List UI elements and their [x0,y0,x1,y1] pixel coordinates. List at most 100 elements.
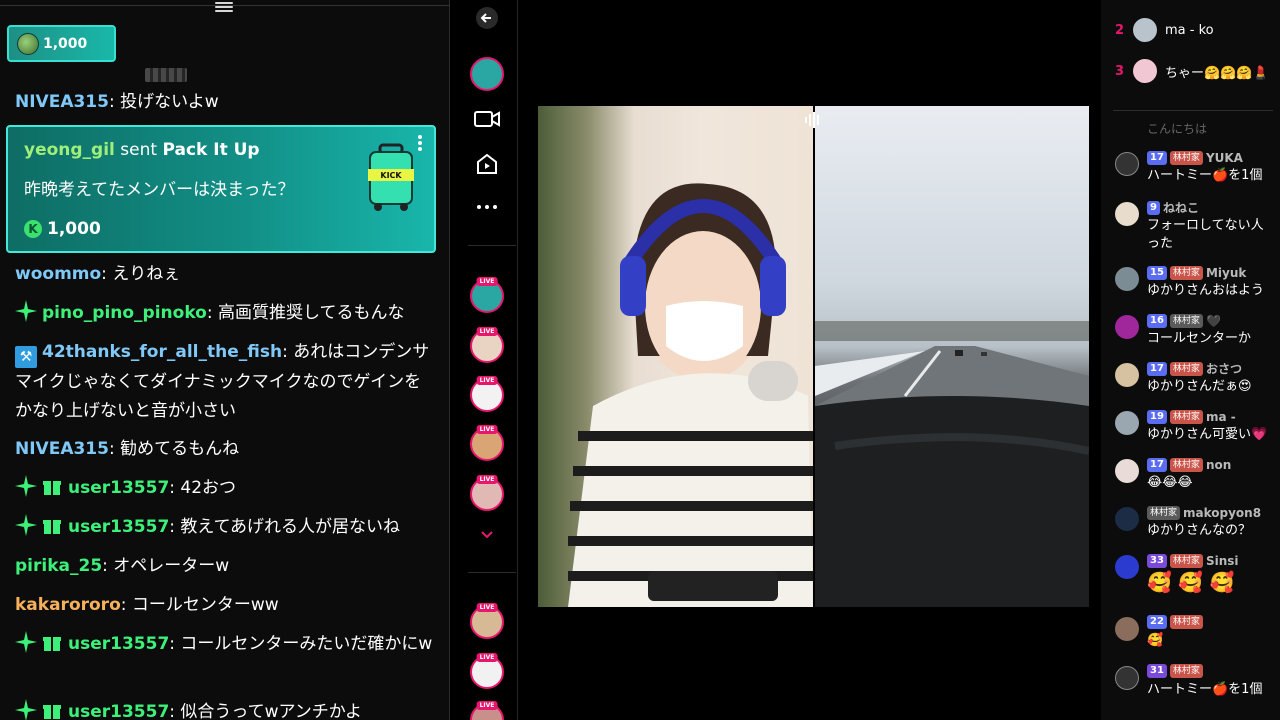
chat-text: ハートミー🍎を1個 [1147,168,1263,183]
secondary-chat-panel: 2 ma - ko 3 ちゃー🤗🤗🤗💄 こんにちは 17 林村家 YUKA ハートミ… [1101,0,1280,720]
chat-text: 教えてあげれる人が居ないね [180,517,401,537]
live-channel-avatar[interactable]: LIVE [470,603,504,639]
level-badge: 15 [1147,266,1167,280]
gift-item-name: Pack It Up [162,140,260,160]
avatar [1115,315,1139,339]
chat-username[interactable]: YUKA [1206,150,1243,166]
live-channel-avatar[interactable]: LIVE [470,327,504,363]
chat-username[interactable]: NIVEA315 [15,439,109,459]
ranking-row: 3 ちゃー🤗🤗🤗💄 [1115,58,1269,84]
more-horizontal-icon[interactable] [468,188,506,226]
chat-text: 似合うってwアンチかよ [180,702,362,720]
chat-text: ゆかりさんなの？ [1147,523,1252,538]
streamer-avatar[interactable] [470,57,504,91]
chat-username[interactable]: 🖤 [1206,313,1221,329]
home-play-icon[interactable] [468,145,506,183]
chat-text: コールセンターみたいだ確かにw [180,634,433,654]
fan-badge: 林村家 [1169,458,1203,472]
fan-badge: 林村家 [1169,554,1203,568]
fan-badge: 林村家 [1169,266,1203,280]
chat-username[interactable]: user13557 [68,634,169,654]
chevron-down-icon[interactable] [468,520,506,550]
collapse-pinned-icon[interactable] [215,0,233,14]
chat-message: NIVEA315: 勧めてるもんね [15,439,240,459]
avatar [17,32,39,55]
wrench-badge-icon: ⚒ [15,346,37,368]
chat-text: ハートミー🍎を1個 [1147,682,1263,697]
chat-username[interactable]: pino_pino_pinoko [42,303,207,323]
live-channel-avatar[interactable]: LIVE [470,475,504,511]
level-badge: 33 [1147,554,1167,568]
audio-wave-icon[interactable] [804,112,822,128]
chat-text: 勧めてるもんね [120,439,240,459]
chat-username[interactable]: woommo [15,264,101,284]
kick-coin-icon: K [24,220,42,238]
chat-username[interactable]: pirika_25 [15,556,102,576]
chat-text: ゆかりさんおはよう [1147,283,1265,298]
chat-username[interactable]: makopyon8 [1183,505,1261,521]
gift-badge-icon [43,520,61,534]
rank-number: 2 [1115,22,1125,38]
rank-name[interactable]: ma - ko [1165,23,1214,38]
pinned-gift-pill[interactable]: 1,000 [7,25,116,62]
more-options-icon[interactable] [418,135,422,151]
video-camera-icon[interactable] [468,100,506,138]
avatar [1115,267,1139,291]
streamer-illustration [568,183,813,607]
chat-text: ゆかりさんだぁ😍 [1147,379,1252,394]
live-channel-avatar[interactable]: LIVE [470,376,504,412]
chat-message: woommo: えりねぇ [15,264,181,284]
chat-text: 42おつ [180,478,237,498]
back-arrow-icon[interactable] [468,0,506,36]
chat-message: pirika_25: オペレーターw [15,556,230,576]
avatar [1115,459,1139,483]
chat-text: 投げないよw [120,92,219,112]
suitcase-gift-icon: KICK [368,143,414,211]
sparkle-badge-icon [15,514,37,536]
chat-username[interactable]: user13557 [68,517,169,537]
chat-text: 😂😂😂 [1147,475,1193,490]
live-channel-avatar[interactable]: LIVE [470,425,504,461]
chat-text: えりねぇ [112,264,181,284]
divider [1113,110,1273,111]
fan-badge: 林村家 [1169,664,1203,678]
avatar [1133,18,1157,42]
chat-username[interactable]: おさつ [1206,361,1242,377]
sparkle-badge-icon [15,631,37,653]
level-badge: 17 [1147,458,1167,472]
chat-message: ⚒ 42thanks_for_all_the_fish: あれはコンデンサマイクじ… [15,342,430,421]
chat-username[interactable]: ねねこ [1163,200,1199,216]
chat-message: kakarororo: コールセンターww [15,595,279,615]
level-badge: 31 [1147,664,1167,678]
chat-username[interactable]: ma - [1206,409,1236,425]
sparkle-badge-icon [15,300,37,322]
rail-divider [468,245,516,246]
gift-badge-icon [43,481,61,495]
ranking-row: 2 ma - ko [1115,17,1214,43]
gift-sender[interactable]: yeong_gil [24,140,115,160]
chat-username[interactable]: non [1206,457,1231,473]
sparkle-badge-icon [15,699,37,720]
chat-username[interactable]: Miyuk [1206,265,1246,281]
live-channel-avatar[interactable]: LIVE [470,653,504,689]
chat-username[interactable]: user13557 [68,702,169,720]
chat-username[interactable]: kakarororo [15,595,121,615]
gift-message-card: yeong_gil sent Pack It Up 昨晩考えてたメンバーは決まっ… [6,125,436,253]
chat-username[interactable]: 42thanks_for_all_the_fish [42,342,282,362]
rank-number: 3 [1115,63,1125,79]
fan-badge: 林村家 [1147,506,1181,520]
avatar [1115,507,1139,531]
fan-badge: 林村家 [1169,362,1203,376]
faded-message: こんにちは [1147,122,1208,136]
chat-message: user13557: 似合うってwアンチかよ [15,698,435,720]
chat-username[interactable]: Sinsi [1206,553,1239,569]
live-channel-avatar[interactable]: LIVE [470,277,504,313]
rank-name[interactable]: ちゃー🤗🤗🤗💄 [1165,62,1269,81]
chat-message: NIVEA315: 投げないよw [15,92,219,112]
chat-username[interactable]: user13557 [68,478,169,498]
chat-username[interactable]: NIVEA315 [15,92,109,112]
video-player[interactable] [538,106,1089,607]
chat-text: コールセンターww [131,595,279,615]
chat-message: user13557: 教えてあげれる人が居ないね [15,513,435,542]
avatar [1133,59,1157,83]
